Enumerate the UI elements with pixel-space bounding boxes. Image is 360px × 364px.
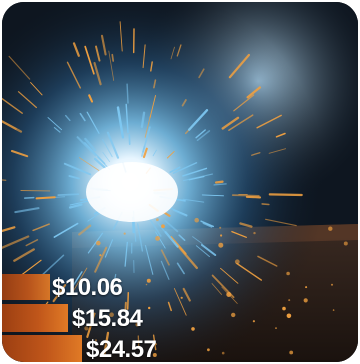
ember-dot (155, 236, 161, 241)
ember-dot (328, 226, 333, 231)
ember-dot (286, 271, 290, 276)
ember-dot (332, 309, 335, 311)
ember-dot (252, 320, 255, 323)
ember-dot (123, 232, 126, 235)
ember-dot (96, 240, 101, 246)
spark-streak (268, 193, 303, 197)
ember-dot (148, 306, 151, 310)
spark-streak (55, 196, 66, 198)
ember-dot (303, 298, 308, 303)
spark-streak (111, 53, 115, 62)
ember-dot (207, 348, 210, 352)
ember-dot (226, 292, 232, 297)
spark-streak (23, 196, 35, 199)
price-label-1: $10.06 (52, 274, 123, 301)
ember-dot (343, 241, 348, 246)
ember-dot (161, 224, 165, 229)
ember-dot (231, 312, 236, 318)
ember-dot (253, 231, 256, 235)
ember-dot (156, 218, 159, 222)
ember-dot (234, 259, 240, 265)
spark-streak (35, 196, 56, 200)
spark-streak (261, 203, 270, 206)
spark-streak (126, 83, 129, 104)
ember-dot (219, 226, 222, 229)
ember-dot (180, 296, 183, 299)
ember-dot (220, 234, 223, 237)
photo-card: $10.06 $15.84 $24.57 (2, 2, 358, 362)
ember-dot (99, 254, 102, 257)
ember-dot (191, 327, 195, 331)
ember-dot (282, 306, 286, 311)
price-label-2: $15.84 (72, 305, 143, 332)
spark-streak (245, 195, 262, 199)
ember-dot (194, 217, 199, 223)
price-bar-3 (2, 335, 82, 362)
ember-dot (146, 278, 151, 283)
ember-dot (286, 313, 292, 319)
ember-dot (218, 242, 224, 248)
ember-dot (221, 351, 225, 355)
price-bar-2 (2, 304, 68, 332)
spark-streak (57, 193, 80, 196)
price-bar-1 (2, 274, 50, 300)
ember-dot (275, 327, 277, 329)
ember-dot (288, 299, 291, 302)
ember-dot (145, 283, 148, 286)
ember-dot (331, 283, 333, 286)
price-label-3: $24.57 (86, 336, 157, 362)
spark-streak (214, 180, 224, 184)
ember-dot (289, 350, 294, 355)
ember-dot (305, 286, 308, 289)
spark-streak (231, 194, 260, 197)
